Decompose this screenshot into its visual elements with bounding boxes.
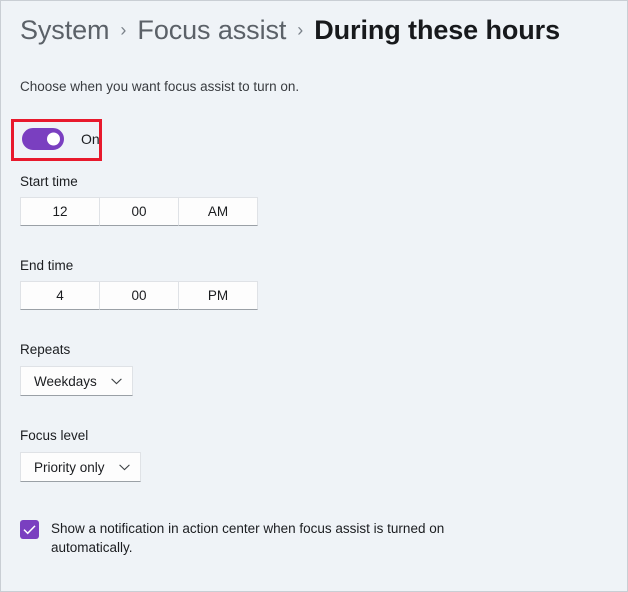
show-notification-checkbox-label: Show a notification in action center whe… [51, 521, 445, 555]
breadcrumb-item-during-these-hours: During these hours [314, 15, 560, 45]
breadcrumb-separator-icon: › [120, 20, 127, 40]
end-time-hour[interactable]: 4 [20, 281, 100, 310]
breadcrumb-item-focus-assist[interactable]: Focus assist [137, 15, 286, 46]
repeats-dropdown[interactable]: Weekdays [20, 366, 133, 396]
end-time-meridiem[interactable]: PM [178, 281, 258, 310]
breadcrumb: System › Focus assist › During these hou… [20, 15, 560, 46]
end-time-label: End time [20, 258, 74, 273]
chevron-down-icon [111, 378, 122, 385]
focus-level-label: Focus level [20, 428, 89, 443]
repeats-label: Repeats [20, 342, 71, 357]
toggle-knob [47, 132, 60, 146]
show-notification-checkbox[interactable] [20, 520, 39, 539]
start-time-label: Start time [20, 174, 78, 189]
repeats-dropdown-value: Weekdays [34, 373, 97, 389]
page-description: Choose when you want focus assist to tur… [20, 79, 300, 94]
breadcrumb-item-system[interactable]: System [20, 15, 110, 46]
end-time-group[interactable]: 4 00 PM [20, 281, 258, 310]
breadcrumb-separator-icon: › [297, 20, 304, 40]
show-notification-checkbox-row[interactable]: Show a notification in action center whe… [20, 519, 490, 557]
focus-assist-toggle[interactable] [22, 128, 64, 150]
focus-assist-toggle-row[interactable]: On [22, 128, 100, 150]
focus-level-dropdown[interactable]: Priority only [20, 452, 141, 482]
start-time-group[interactable]: 12 00 AM [20, 197, 258, 226]
chevron-down-icon [118, 464, 130, 471]
focus-level-dropdown-value: Priority only [34, 459, 105, 475]
check-icon [23, 524, 36, 534]
focus-assist-settings-page: System › Focus assist › During these hou… [0, 0, 628, 592]
start-time-hour[interactable]: 12 [20, 197, 100, 226]
start-time-meridiem[interactable]: AM [178, 197, 258, 226]
toggle-state-label: On [81, 131, 100, 147]
start-time-minute[interactable]: 00 [99, 197, 179, 226]
end-time-minute[interactable]: 00 [99, 281, 179, 310]
